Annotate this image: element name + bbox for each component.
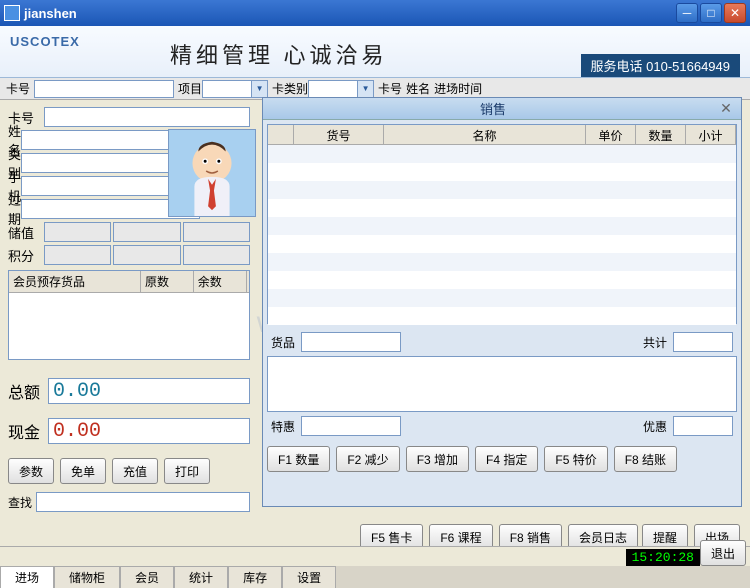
status-clock: 15:20:28 bbox=[626, 549, 700, 566]
chevron-down-icon[interactable]: ▼ bbox=[252, 80, 268, 98]
topbar-entertime-label: 进场时间 bbox=[434, 80, 482, 97]
recharge-button[interactable]: 充值 bbox=[112, 458, 158, 484]
tab-settings[interactable]: 设置 bbox=[282, 566, 336, 588]
discount-label: 优惠 bbox=[643, 418, 667, 435]
member-stored-label: 储值 bbox=[8, 223, 44, 242]
member-points-label: 积分 bbox=[8, 246, 44, 265]
service-phone: 服务电话 010-51664949 bbox=[581, 54, 740, 77]
preserve-grid[interactable]: 会员预存货品 原数 余数 bbox=[8, 270, 250, 360]
points-input-1[interactable] bbox=[44, 245, 111, 265]
presgrid-col1: 会员预存货品 bbox=[9, 271, 141, 292]
topbar-cardtype-input[interactable] bbox=[308, 80, 358, 98]
topbar-cardno-label: 卡号 bbox=[6, 80, 30, 97]
product-label: 货品 bbox=[271, 334, 295, 351]
free-button[interactable]: 免单 bbox=[60, 458, 106, 484]
sale-col-sub: 小计 bbox=[686, 125, 736, 144]
params-button[interactable]: 参数 bbox=[8, 458, 54, 484]
total-value: 0.00 bbox=[48, 378, 250, 404]
points-input-3[interactable] bbox=[183, 245, 250, 265]
minimize-button[interactable]: ─ bbox=[676, 3, 698, 23]
promo-input[interactable] bbox=[301, 416, 401, 436]
sale-close-icon[interactable]: ✕ bbox=[717, 101, 735, 117]
sale-total-label: 共计 bbox=[643, 334, 667, 351]
tab-member[interactable]: 会员 bbox=[120, 566, 174, 588]
topbar-cardtype-label: 卡类别 bbox=[272, 80, 308, 97]
sale-col-code: 货号 bbox=[294, 125, 384, 144]
f8-checkout-button[interactable]: F8 结账 bbox=[614, 446, 677, 472]
app-icon bbox=[4, 5, 20, 21]
sale-col-name: 名称 bbox=[384, 125, 586, 144]
member-avatar bbox=[168, 129, 256, 217]
total-label: 总额 bbox=[8, 379, 48, 403]
f5-special-button[interactable]: F5 特价 bbox=[544, 446, 607, 472]
maximize-button[interactable]: □ bbox=[700, 3, 722, 23]
sale-total-input[interactable] bbox=[673, 332, 733, 352]
topbar-cardno2-label: 卡号 bbox=[378, 80, 402, 97]
tab-locker[interactable]: 储物柜 bbox=[54, 566, 120, 588]
search-label: 查找 bbox=[8, 494, 32, 511]
stored-input-1[interactable] bbox=[44, 222, 111, 242]
topbar-cardno-input[interactable] bbox=[34, 80, 174, 98]
sale-modal: 销售 ✕ 货号 名称 单价 数量 小计 货品 共计 bbox=[262, 97, 742, 507]
f4-assign-button[interactable]: F4 指定 bbox=[475, 446, 538, 472]
sale-notes[interactable] bbox=[267, 356, 737, 412]
presgrid-col2: 原数 bbox=[141, 271, 194, 292]
member-cardno-input[interactable] bbox=[44, 107, 250, 127]
cash-value: 0.00 bbox=[48, 418, 250, 444]
tab-stock[interactable]: 库存 bbox=[228, 566, 282, 588]
f3-increase-button[interactable]: F3 增加 bbox=[406, 446, 469, 472]
search-input[interactable] bbox=[36, 492, 250, 512]
cash-label: 现金 bbox=[8, 419, 48, 443]
presgrid-col3: 余数 bbox=[194, 271, 247, 292]
product-input[interactable] bbox=[301, 332, 401, 352]
print-button[interactable]: 打印 bbox=[164, 458, 210, 484]
promo-label: 特惠 bbox=[271, 418, 295, 435]
brand-logo: USCOTEX bbox=[10, 34, 80, 49]
stored-input-2[interactable] bbox=[113, 222, 180, 242]
f1-qty-button[interactable]: F1 数量 bbox=[267, 446, 330, 472]
topbar-project-label: 项目 bbox=[178, 80, 202, 97]
f2-decrease-button[interactable]: F2 减少 bbox=[336, 446, 399, 472]
sale-col-price: 单价 bbox=[586, 125, 636, 144]
topbar-name-label: 姓名 bbox=[406, 80, 430, 97]
slogan-text: 精细管理 心诚洽易 bbox=[170, 38, 388, 70]
window-title: jianshen bbox=[24, 6, 676, 21]
chevron-down-icon[interactable]: ▼ bbox=[358, 80, 374, 98]
tab-enter[interactable]: 进场 bbox=[0, 566, 54, 588]
topbar-project-input[interactable] bbox=[202, 80, 252, 98]
discount-input[interactable] bbox=[673, 416, 733, 436]
sale-col-qty: 数量 bbox=[636, 125, 686, 144]
stored-input-3[interactable] bbox=[183, 222, 250, 242]
exit-button[interactable]: 退出 bbox=[700, 540, 746, 566]
points-input-2[interactable] bbox=[113, 245, 180, 265]
close-button[interactable]: ✕ bbox=[724, 3, 746, 23]
tab-stats[interactable]: 统计 bbox=[174, 566, 228, 588]
sale-grid[interactable]: 货号 名称 单价 数量 小计 bbox=[267, 124, 737, 324]
sale-title: 销售 bbox=[269, 99, 717, 118]
